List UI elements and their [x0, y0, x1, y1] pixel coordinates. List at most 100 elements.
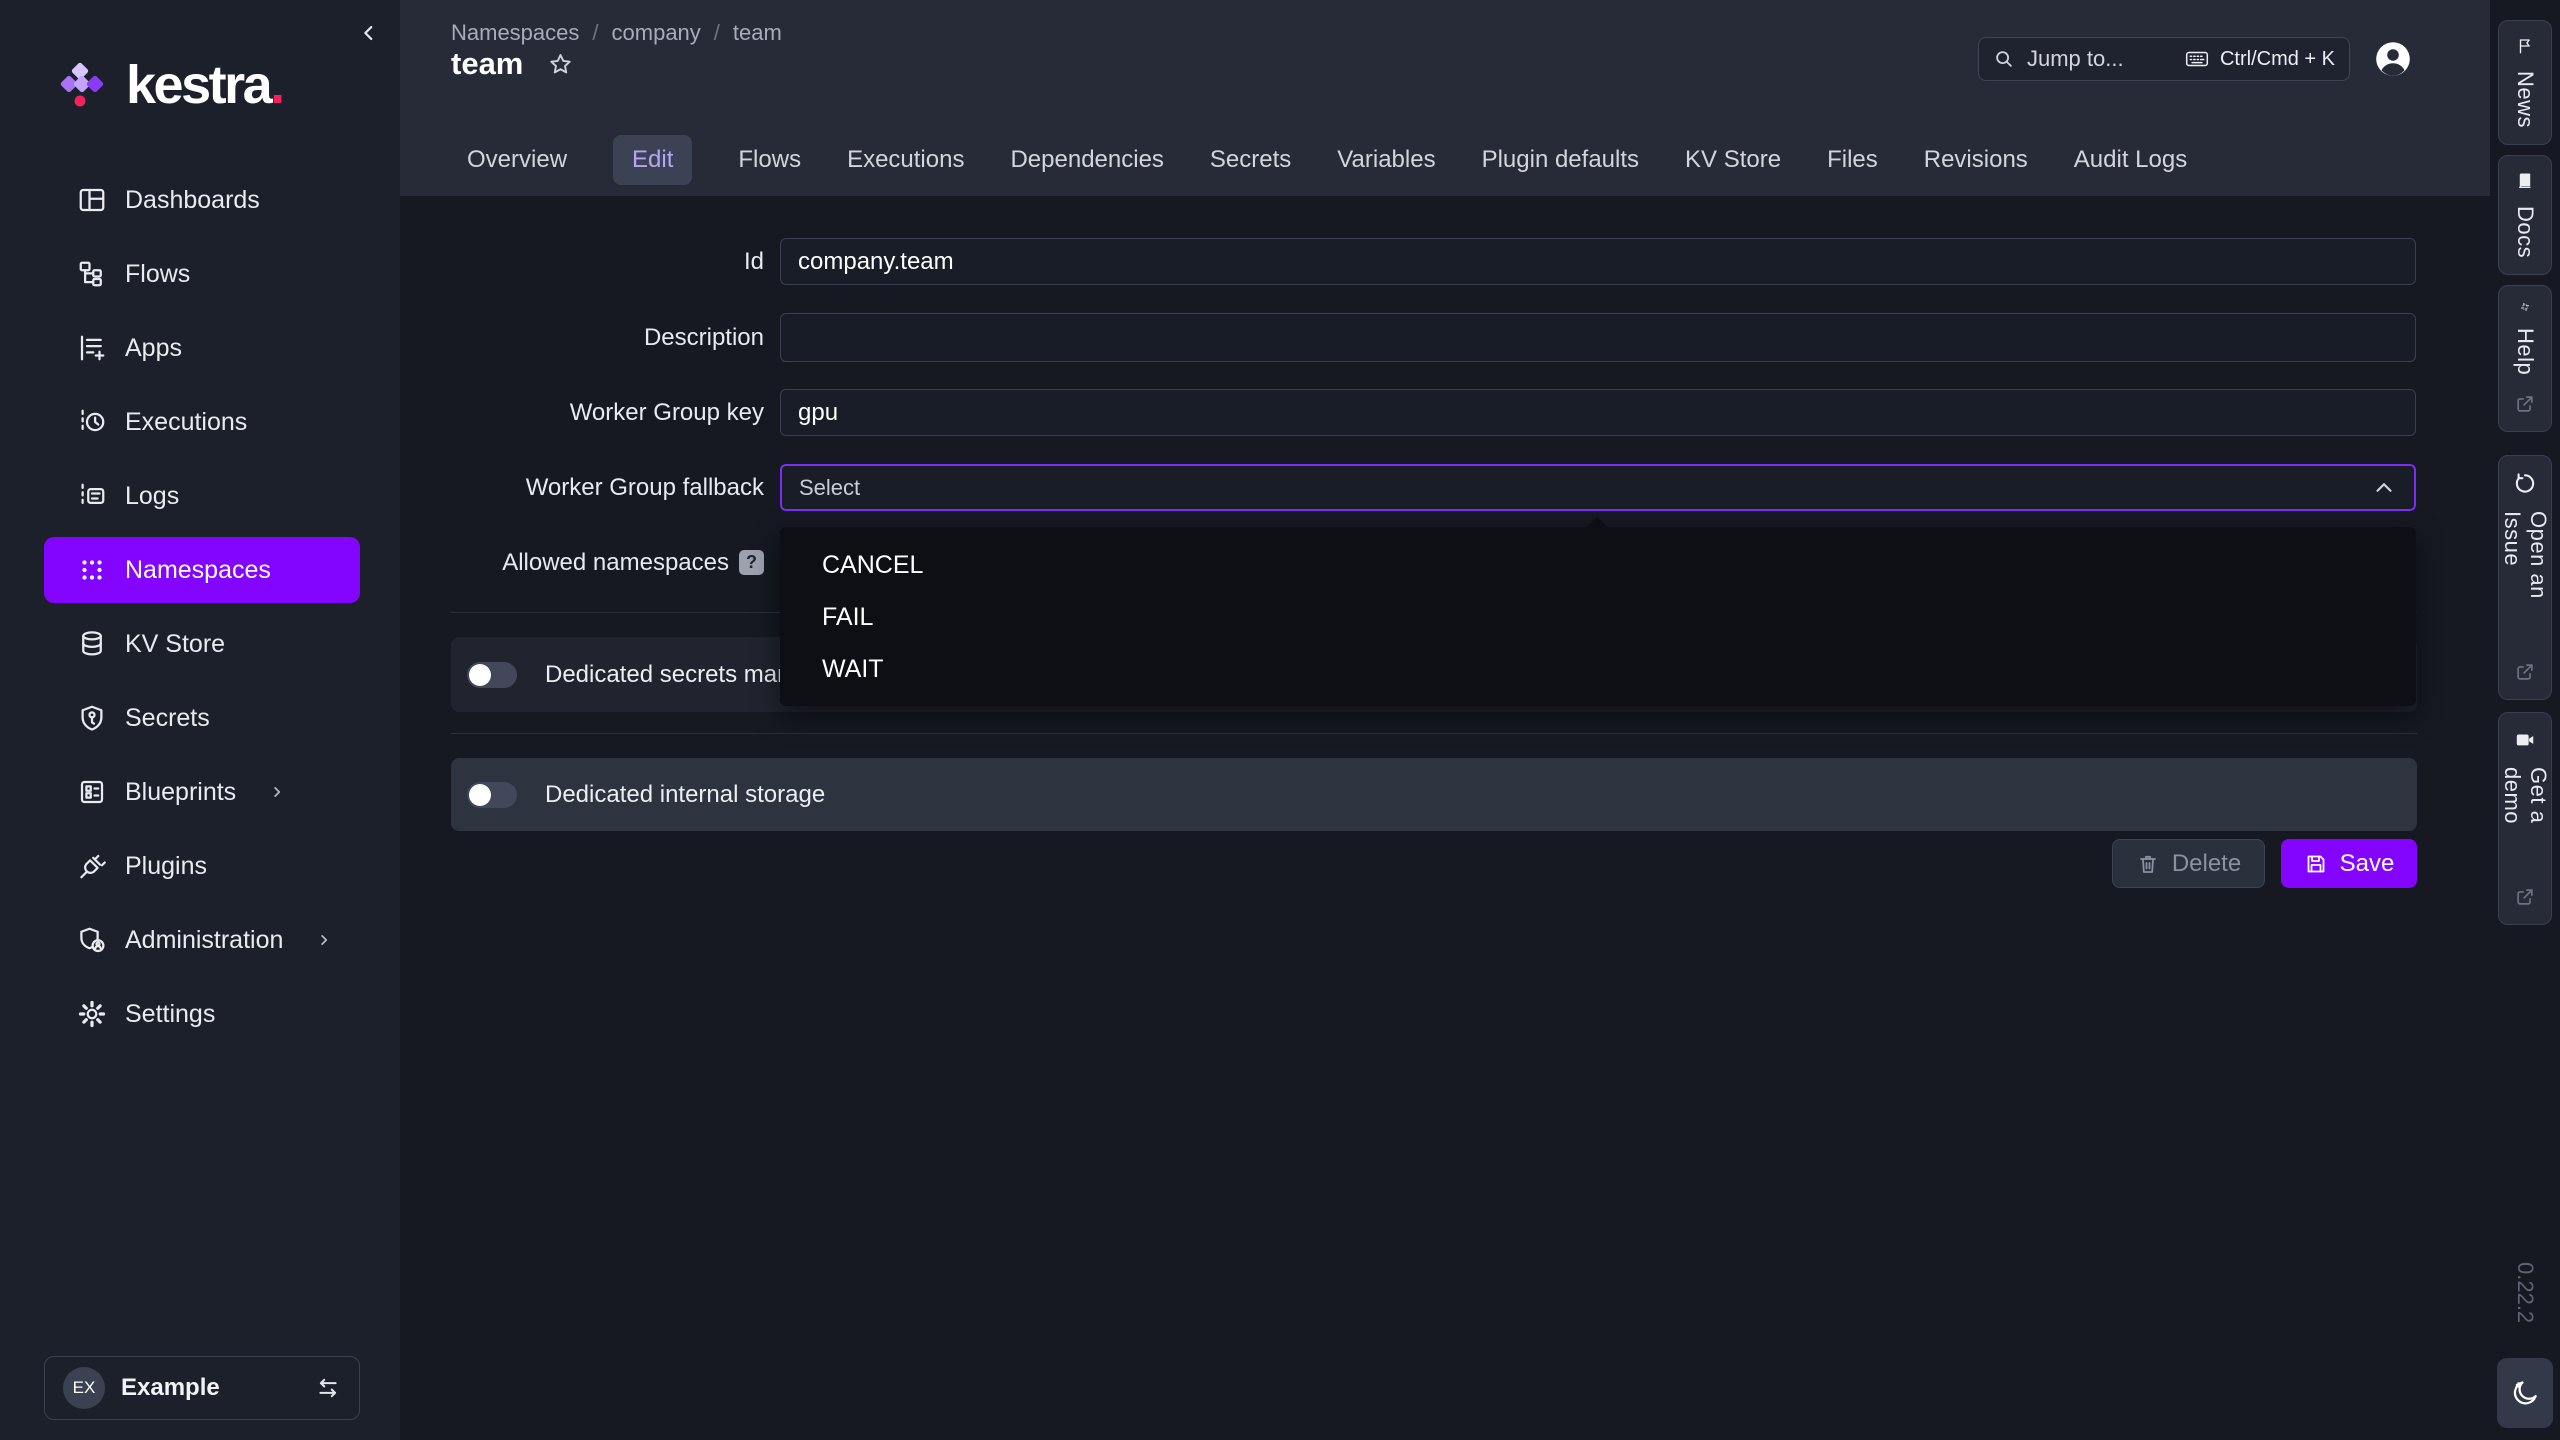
section-divider: [451, 733, 2417, 734]
sidebar-item-label: Blueprints: [125, 778, 236, 807]
toggle-label: Dedicated secrets manag: [545, 661, 817, 689]
sidebar-item-label: Executions: [125, 408, 247, 437]
flows-icon: [77, 259, 107, 289]
moon-icon: [2510, 1378, 2540, 1408]
tab-executions[interactable]: Executions: [847, 146, 964, 174]
namespace-tabs: Overview Edit Flows Executions Dependenc…: [467, 134, 2187, 186]
option-fail[interactable]: FAIL: [780, 591, 2416, 643]
namespaces-icon: [77, 555, 107, 585]
sidebar-item-settings[interactable]: Settings: [44, 981, 360, 1047]
tab-plugin-defaults[interactable]: Plugin defaults: [1482, 146, 1639, 174]
sidebar-item-apps[interactable]: Apps: [44, 315, 360, 381]
edit-form: Id company.team Description Worker Group…: [400, 196, 2490, 1440]
sidebar-item-label: KV Store: [125, 630, 225, 659]
help-button[interactable]: Help: [2498, 285, 2552, 432]
github-icon: [2512, 472, 2538, 495]
tab-edit[interactable]: Edit: [613, 135, 692, 185]
page-title: team: [451, 46, 523, 82]
docs-button[interactable]: Docs: [2498, 155, 2552, 275]
save-button[interactable]: Save: [2281, 839, 2417, 888]
toggle-label: Dedicated internal storage: [545, 781, 825, 809]
tenant-selector[interactable]: EX Example: [44, 1356, 360, 1420]
description-input[interactable]: [780, 313, 2416, 362]
sidebar-item-kv-store[interactable]: KV Store: [44, 611, 360, 677]
sidebar: kestra. Dashboards Flows Apps Executions: [0, 0, 400, 1440]
sidebar-item-logs[interactable]: Logs: [44, 463, 360, 529]
kestra-wordmark: kestra.: [126, 58, 283, 112]
search-shortcut: Ctrl/Cmd + K: [2184, 46, 2335, 72]
gear-icon: [77, 999, 107, 1029]
favorite-star-icon[interactable]: [547, 51, 574, 78]
sidebar-item-plugins[interactable]: Plugins: [44, 833, 360, 899]
search-placeholder: Jump to...: [2027, 46, 2172, 72]
dedicated-internal-storage-toggle[interactable]: [467, 782, 517, 808]
kestra-logo: kestra.: [60, 58, 283, 112]
shield-account-icon: [77, 925, 107, 955]
global-search[interactable]: Jump to... Ctrl/Cmd + K: [1978, 37, 2350, 81]
sidebar-item-label: Settings: [125, 1000, 215, 1029]
worker-group-key-label: Worker Group key: [400, 389, 764, 436]
tab-overview[interactable]: Overview: [467, 146, 567, 174]
breadcrumb-namespaces[interactable]: Namespaces: [451, 20, 579, 46]
tab-kv-store[interactable]: KV Store: [1685, 146, 1781, 174]
theme-toggle-button[interactable]: [2497, 1358, 2553, 1428]
breadcrumb-company[interactable]: company: [612, 20, 701, 46]
tenant-name: Example: [121, 1374, 299, 1402]
external-link-icon: [2514, 661, 2536, 683]
plug-icon: [77, 851, 107, 881]
tab-revisions[interactable]: Revisions: [1924, 146, 2028, 174]
tab-secrets[interactable]: Secrets: [1210, 146, 1291, 174]
sidebar-item-secrets[interactable]: Secrets: [44, 685, 360, 751]
keyboard-icon: [2184, 46, 2210, 72]
top-header: Namespaces / company / team team Jump to…: [400, 0, 2490, 196]
get-demo-button[interactable]: Get a demo: [2498, 712, 2552, 925]
sidebar-item-label: Dashboards: [125, 186, 260, 215]
docs-icon: [2512, 172, 2538, 190]
blueprints-icon: [77, 777, 107, 807]
chevron-right-icon: [315, 931, 333, 949]
dedicated-secrets-manager-toggle[interactable]: [467, 662, 517, 688]
worker-group-key-input[interactable]: gpu: [780, 389, 2416, 436]
id-label: Id: [400, 238, 764, 285]
delete-button[interactable]: Delete: [2112, 839, 2265, 888]
dropdown-notch: [1586, 517, 1609, 540]
slack-icon: [2512, 302, 2538, 312]
tab-dependencies[interactable]: Dependencies: [1010, 146, 1163, 174]
id-input[interactable]: company.team: [780, 238, 2416, 285]
open-issue-button[interactable]: Open an Issue: [2498, 455, 2552, 700]
sidebar-item-label: Namespaces: [125, 556, 271, 585]
kestra-logo-mark: [60, 60, 108, 112]
chevron-up-icon: [2371, 475, 2397, 501]
select-placeholder: Select: [799, 475, 860, 501]
breadcrumb-team[interactable]: team: [733, 20, 782, 46]
sidebar-nav: Dashboards Flows Apps Executions Logs Na…: [44, 167, 360, 1047]
worker-group-fallback-dropdown: CANCEL FAIL WAIT: [780, 527, 2416, 706]
switch-tenant-icon[interactable]: [315, 1375, 341, 1401]
sidebar-item-executions[interactable]: Executions: [44, 389, 360, 455]
tab-variables[interactable]: Variables: [1337, 146, 1435, 174]
tab-audit-logs[interactable]: Audit Logs: [2074, 146, 2187, 174]
sidebar-item-label: Logs: [125, 482, 179, 511]
video-icon: [2512, 729, 2538, 751]
apps-icon: [77, 333, 107, 363]
sidebar-collapse-icon[interactable]: [358, 22, 380, 44]
user-avatar[interactable]: [2372, 38, 2414, 80]
worker-group-fallback-select[interactable]: Select: [780, 464, 2416, 511]
external-link-icon: [2514, 393, 2536, 415]
news-button[interactable]: News: [2498, 20, 2552, 145]
worker-group-fallback-label: Worker Group fallback: [400, 464, 764, 511]
sidebar-item-label: Secrets: [125, 704, 210, 733]
shield-key-icon: [77, 703, 107, 733]
sidebar-item-blueprints[interactable]: Blueprints: [44, 759, 360, 825]
sidebar-item-administration[interactable]: Administration: [44, 907, 360, 973]
help-icon[interactable]: ?: [739, 550, 764, 575]
description-label: Description: [400, 313, 764, 362]
sidebar-item-flows[interactable]: Flows: [44, 241, 360, 307]
sidebar-item-namespaces[interactable]: Namespaces: [44, 537, 360, 603]
tab-flows[interactable]: Flows: [738, 146, 801, 174]
option-wait[interactable]: WAIT: [780, 643, 2416, 695]
option-cancel[interactable]: CANCEL: [780, 539, 2416, 591]
tab-files[interactable]: Files: [1827, 146, 1878, 174]
sidebar-item-dashboards[interactable]: Dashboards: [44, 167, 360, 233]
sidebar-item-label: Apps: [125, 334, 182, 363]
